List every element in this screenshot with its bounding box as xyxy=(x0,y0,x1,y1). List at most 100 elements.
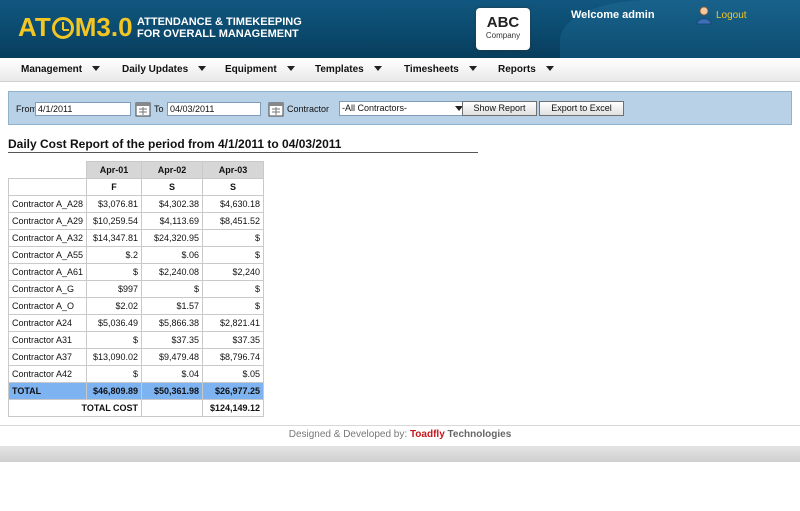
contractor-name: Contractor A_A29 xyxy=(7,212,88,230)
daily-cost-table: Apr-01 Apr-02 Apr-03 F S S Contractor A_… xyxy=(7,161,265,417)
clock-icon xyxy=(51,17,74,39)
from-date-input[interactable] xyxy=(35,102,131,116)
contractor-name: Contractor A_A61 xyxy=(7,263,88,281)
total-cell: $46,809.89 xyxy=(86,382,143,400)
logo-prefix: AT xyxy=(18,12,51,42)
nav-label: Reports xyxy=(498,64,536,75)
to-date-input[interactable] xyxy=(167,102,261,116)
cost-cell: $9,479.48 xyxy=(141,348,204,366)
contractor-name: Contractor A_A55 xyxy=(7,246,88,264)
column-day: S xyxy=(141,178,204,196)
footer-brand-toadfly: Toadfly xyxy=(409,429,445,440)
app-logo: AT M3.0 xyxy=(18,12,133,43)
cost-cell: $2.02 xyxy=(86,297,143,315)
cost-cell: $4,113.69 xyxy=(141,212,204,230)
table-row: Contractor A_G $997 $ $ xyxy=(7,280,265,298)
cost-cell: $ xyxy=(202,280,265,298)
cost-cell: $4,302.38 xyxy=(141,195,204,213)
table-row: Contractor A_A32 $14,347.81 $24,320.95 $ xyxy=(7,229,265,247)
column-date: Apr-03 xyxy=(202,161,265,179)
total-cell: $26,977.25 xyxy=(202,382,265,400)
cost-cell: $13,090.02 xyxy=(86,348,143,366)
table-cell xyxy=(7,178,88,196)
table-row: Contractor A_A61 $ $2,240.08 $2,240 xyxy=(7,263,265,281)
cost-cell: $ xyxy=(202,297,265,315)
chevron-down-icon xyxy=(545,66,554,71)
table-row: Contractor A37 $13,090.02 $9,479.48 $8,796.… xyxy=(7,348,265,366)
cost-cell: $.06 xyxy=(141,246,204,264)
export-excel-button[interactable]: Export to Excel xyxy=(539,101,624,116)
cost-cell: $1.57 xyxy=(141,297,204,315)
footer-prefix: Designed & Developed by: xyxy=(288,429,408,440)
contractor-selected-value: -All Contractors- xyxy=(342,103,408,113)
table-row: Contractor A31 $ $37.35 $37.35 xyxy=(7,331,265,349)
cost-cell: $5,866.38 xyxy=(141,314,204,332)
user-icon xyxy=(696,6,712,25)
cost-cell: $ xyxy=(202,246,265,264)
total-label: TOTAL xyxy=(7,382,88,400)
calendar-icon[interactable] xyxy=(135,101,151,117)
cost-cell: $ xyxy=(86,263,143,281)
cost-cell: $10,259.54 xyxy=(86,212,143,230)
nav-label: Equipment xyxy=(225,64,277,75)
nav-label: Management xyxy=(21,64,83,75)
company-logo: ABC Company xyxy=(476,8,530,50)
table-row: Contractor A_O $2.02 $1.57 $ xyxy=(7,297,265,315)
table-corner xyxy=(8,161,88,179)
contractor-label: Contractor xyxy=(287,104,330,114)
cost-cell: $ xyxy=(86,365,143,383)
show-report-button[interactable]: Show Report xyxy=(462,101,537,116)
company-name: ABC xyxy=(486,14,520,31)
cost-cell: $24,320.95 xyxy=(141,229,204,247)
cost-cell: $.04 xyxy=(141,365,204,383)
total-row: TOTAL $46,809.89 $50,361.98 $26,977.25 xyxy=(7,382,265,400)
calendar-icon[interactable] xyxy=(268,101,284,117)
nav-label: Daily Updates xyxy=(122,64,189,75)
cost-cell: $8,796.74 xyxy=(202,348,265,366)
table-row: Contractor A42 $ $.04 $.05 xyxy=(7,365,265,383)
cost-cell: $37.35 xyxy=(141,331,204,349)
chevron-down-icon xyxy=(198,66,207,71)
footer-credit: Designed & Developed by: Toadfly Technol… xyxy=(0,429,800,440)
column-day: F xyxy=(86,178,143,196)
table-day-row: F S S xyxy=(7,178,265,196)
cost-cell: $5,036.49 xyxy=(86,314,143,332)
nav-equipment[interactable]: Equipment xyxy=(225,64,295,75)
column-date: Apr-02 xyxy=(141,161,204,179)
nav-reports[interactable]: Reports xyxy=(498,64,554,75)
contractor-name: Contractor A31 xyxy=(7,331,88,349)
total-cost-label: TOTAL COST xyxy=(7,399,143,417)
table-row: Contractor A_A29 $10,259.54 $4,113.69 $8,45… xyxy=(7,212,265,230)
cost-cell: $8,451.52 xyxy=(202,212,265,230)
app-header: AT M3.0 ATTENDANCE & TIMEKEEPING FOR OVER… xyxy=(0,0,800,58)
column-date: Apr-01 xyxy=(86,161,143,179)
chevron-down-icon xyxy=(373,66,382,71)
cost-cell: $.05 xyxy=(202,365,265,383)
chevron-down-icon xyxy=(92,66,101,71)
tagline-line2: FOR OVERALL MANAGEMENT xyxy=(137,28,299,40)
nav-label: Templates xyxy=(315,64,364,75)
table-row: Contractor A24 $5,036.49 $5,866.38 $2,821.4… xyxy=(7,314,265,332)
table-cell xyxy=(141,399,204,417)
report-title: Daily Cost Report of the period from 4/1… xyxy=(8,137,478,153)
table-row: Contractor A_A55 $.2 $.06 $ xyxy=(7,246,265,264)
contractor-name: Contractor A42 xyxy=(7,365,88,383)
report-filter-bar: From To Contractor -All Contractors- Sho… xyxy=(8,91,792,125)
nav-templates[interactable]: Templates xyxy=(315,64,382,75)
contractor-name: Contractor A37 xyxy=(7,348,88,366)
cost-cell: $997 xyxy=(86,280,143,298)
nav-label: Timesheets xyxy=(404,64,459,75)
cost-cell: $ xyxy=(86,331,143,349)
footer-brand-technologies: Technologies xyxy=(447,429,512,440)
contractor-name: Contractor A_O xyxy=(7,297,88,315)
total-cost-value: $124,149.12 xyxy=(202,399,265,417)
contractor-name: Contractor A_A32 xyxy=(7,229,88,247)
contractor-select[interactable]: -All Contractors- xyxy=(339,101,468,116)
logout-link[interactable]: Logout xyxy=(695,5,747,25)
logout-label: Logout xyxy=(716,9,747,21)
nav-daily-updates[interactable]: Daily Updates xyxy=(122,64,207,75)
nav-management[interactable]: Management xyxy=(21,64,101,75)
nav-timesheets[interactable]: Timesheets xyxy=(404,64,477,75)
tagline-line1: ATTENDANCE & TIMEKEEPING xyxy=(137,16,302,28)
app-tagline: ATTENDANCE & TIMEKEEPING FOR OVERALL MAN… xyxy=(137,16,302,40)
